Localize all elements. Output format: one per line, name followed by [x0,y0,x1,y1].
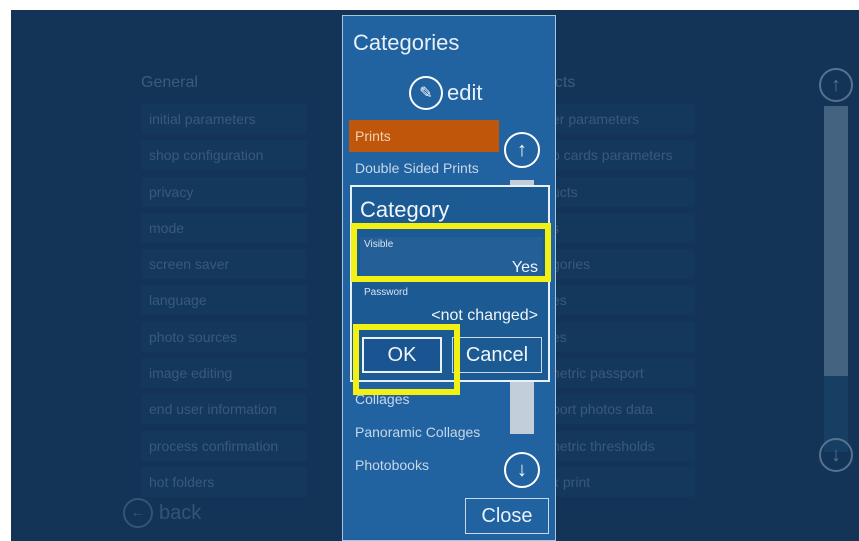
general-item-hot-folders[interactable]: hot folders [141,466,307,497]
products-item[interactable]: es [544,321,695,352]
general-item-initial-parameters[interactable]: initial parameters [141,104,307,134]
general-item-end-user-information[interactable]: end user information [141,394,307,425]
highlight-visible-field [351,223,551,282]
dialog-title: Category [360,197,450,222]
products-item[interactable]: ucts [544,176,695,207]
products-list: er parameters o cards parameters ucts s … [544,104,695,503]
general-item-shop-configuration[interactable]: shop configuration [141,140,307,171]
category-item-prints[interactable]: Prints [349,120,499,152]
general-heading: General [141,74,198,91]
arrow-up-icon[interactable]: ↑ [819,68,853,102]
arrow-up-icon[interactable]: ↑ [504,132,540,168]
general-item-mode[interactable]: mode [141,212,307,243]
arrow-left-icon: ← [123,498,153,528]
edit-button[interactable]: ✎ edit [409,76,482,110]
general-item-language[interactable]: language [141,285,307,316]
products-item[interactable]: o cards parameters [544,140,695,171]
products-item[interactable]: s [544,212,695,243]
products-item[interactable]: er parameters [544,104,695,134]
pencil-icon: ✎ [409,76,443,110]
cancel-button[interactable]: Cancel [452,337,542,373]
general-item-privacy[interactable]: privacy [141,176,307,207]
scrollbar-track[interactable] [824,106,848,452]
password-value: <not changed> [431,307,538,324]
screen: General ucts initial parameters shop con… [0,0,859,541]
products-item[interactable]: netric thresholds [544,430,695,461]
category-item-photobooks[interactable]: Photobooks [349,449,499,482]
general-item-image-editing[interactable]: image editing [141,358,307,389]
password-label: Password [364,287,408,298]
products-item[interactable]: x print [544,466,695,497]
password-field[interactable]: Password <not changed> [360,285,542,329]
back-button[interactable]: ← back [123,498,201,528]
products-item[interactable]: es [544,285,695,316]
category-item-double-sided-prints[interactable]: Double Sided Prints [349,152,499,185]
general-item-screen-saver[interactable]: screen saver [141,249,307,280]
products-item[interactable]: gories [544,249,695,280]
scrollbar-thumb[interactable] [824,106,848,376]
arrow-down-icon[interactable]: ↓ [504,452,540,488]
arrow-down-icon[interactable]: ↓ [819,438,853,472]
back-label: back [159,501,202,524]
products-item[interactable]: netric passport [544,358,695,389]
categories-title: Categories [353,30,460,55]
category-item-panoramic-collages[interactable]: Panoramic Collages [349,416,499,449]
general-list: initial parameters shop configuration pr… [141,104,307,503]
close-button[interactable]: Close [465,498,549,534]
general-item-process-confirmation[interactable]: process confirmation [141,430,307,461]
products-item[interactable]: port photos data [544,394,695,425]
highlight-ok-button [353,324,460,395]
settings-app: General ucts initial parameters shop con… [11,10,859,541]
general-item-photo-sources[interactable]: photo sources [141,321,307,352]
edit-label: edit [447,80,483,105]
